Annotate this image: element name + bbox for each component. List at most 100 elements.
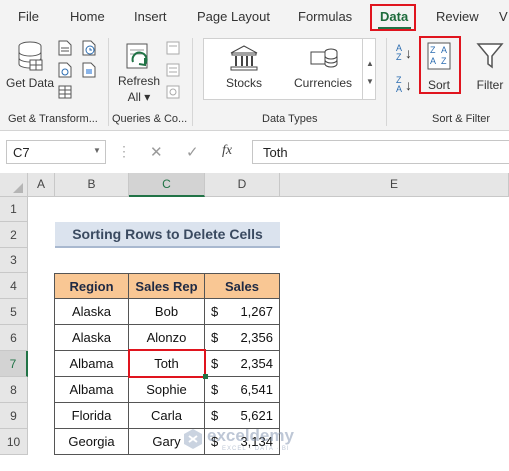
- properties-icon[interactable]: [166, 62, 180, 78]
- currency-symbol: $: [211, 304, 219, 319]
- table-header-region[interactable]: Region: [55, 274, 129, 299]
- sort-z-to-a-button[interactable]: ZA ↓: [396, 76, 416, 98]
- get-transform-group-label: Get & Transform...: [8, 113, 98, 125]
- from-table-icon[interactable]: [58, 84, 72, 100]
- cell-sales-rep[interactable]: Bob: [129, 299, 205, 325]
- existing-connections-icon[interactable]: [82, 62, 96, 78]
- recent-sources-icon[interactable]: [82, 40, 96, 56]
- sort-desc-icon: ZA: [396, 75, 403, 94]
- tab-page-layout[interactable]: Page Layout: [197, 9, 270, 24]
- select-all-corner[interactable]: [0, 173, 28, 197]
- stocks-label: Stocks: [225, 76, 262, 90]
- insert-function-icon[interactable]: fx: [222, 143, 232, 159]
- cell-sales-rep[interactable]: Alonzo: [129, 325, 205, 351]
- queries-connections-icon[interactable]: [166, 40, 180, 56]
- watermark: exceldemy EXCEL · DATA · BI: [182, 426, 342, 456]
- get-data-button[interactable]: Get Data: [4, 38, 56, 108]
- refresh-label: Refresh: [117, 74, 161, 88]
- gallery-scroll[interactable]: ▲ ▼: [362, 39, 376, 99]
- currency-symbol: $: [211, 330, 219, 345]
- cell-sales-rep[interactable]: Sophie: [129, 377, 205, 403]
- tab-formulas[interactable]: Formulas: [298, 9, 352, 24]
- row-header-3[interactable]: 3: [0, 248, 28, 273]
- formula-value: Toth: [263, 145, 288, 160]
- name-box-value: C7: [13, 145, 30, 160]
- highlight-sort-button: [419, 36, 461, 94]
- sort-asc-icon: AZ: [396, 43, 403, 62]
- data-types-group-label: Data Types: [262, 113, 318, 125]
- sort-a-to-z-button[interactable]: AZ ↓: [396, 44, 416, 66]
- currencies-label: Currencies: [293, 76, 353, 90]
- currencies-button[interactable]: Currencies: [287, 42, 359, 96]
- stocks-button[interactable]: Stocks: [214, 42, 274, 96]
- cell-region[interactable]: Alaska: [55, 299, 129, 325]
- cell-sales[interactable]: $2,356: [205, 325, 280, 351]
- group-divider: [192, 38, 193, 126]
- filter-button[interactable]: Filter: [470, 40, 509, 94]
- currency-icon: [310, 48, 338, 68]
- tab-review[interactable]: Review: [436, 9, 479, 24]
- column-header-e[interactable]: E: [280, 173, 509, 197]
- formula-input[interactable]: Toth: [252, 140, 509, 164]
- highlight-data-tab: [370, 4, 416, 31]
- column-header-d[interactable]: D: [205, 173, 280, 197]
- sales-value: 2,354: [240, 356, 273, 371]
- formula-bar-splitter-icon[interactable]: ⋮: [117, 143, 131, 160]
- tab-home[interactable]: Home: [70, 9, 105, 24]
- active-cell-highlight: [128, 349, 206, 378]
- from-web-icon[interactable]: [58, 62, 72, 78]
- get-data-label: Get Data: [5, 76, 55, 90]
- sales-value: 5,621: [240, 408, 273, 423]
- watermark-name: exceldemy: [207, 426, 294, 445]
- tab-view[interactable]: V: [499, 9, 508, 24]
- select-all-icon: [13, 183, 23, 193]
- name-box-dropdown-icon[interactable]: ▼: [93, 146, 101, 155]
- cell-region[interactable]: Alaska: [55, 325, 129, 351]
- ribbon: Get Data Get & Transform... Refresh All …: [0, 34, 509, 131]
- row-header-8[interactable]: 8: [0, 377, 28, 403]
- row-header-9[interactable]: 9: [0, 403, 28, 429]
- tab-insert[interactable]: Insert: [134, 9, 167, 24]
- row-header-5[interactable]: 5: [0, 299, 28, 325]
- row-header-10[interactable]: 10: [0, 429, 28, 455]
- row-header-6[interactable]: 6: [0, 325, 28, 351]
- enter-icon[interactable]: ✓: [186, 143, 199, 161]
- filter-funnel-icon: [476, 43, 504, 69]
- sales-value: 6,541: [240, 382, 273, 397]
- sheet-title[interactable]: Sorting Rows to Delete Cells: [55, 222, 280, 248]
- name-box[interactable]: C7 ▼: [6, 140, 106, 164]
- cancel-icon[interactable]: ✕: [150, 143, 163, 161]
- from-text-icon[interactable]: [58, 40, 72, 56]
- row-header-2[interactable]: 2: [0, 222, 28, 248]
- fill-handle[interactable]: [203, 374, 208, 379]
- currency-symbol: $: [211, 356, 219, 371]
- group-divider: [386, 38, 387, 126]
- edit-links-icon[interactable]: [166, 84, 180, 100]
- row-header-4[interactable]: 4: [0, 273, 28, 299]
- cell-region[interactable]: Albama: [55, 351, 129, 377]
- exceldemy-logo-icon: [184, 429, 202, 449]
- table-header-sales[interactable]: Sales: [205, 274, 280, 299]
- filter-label: Filter: [476, 78, 504, 92]
- currency-symbol: $: [211, 382, 219, 397]
- database-icon: [18, 41, 43, 71]
- cell-region[interactable]: Albama: [55, 377, 129, 403]
- tab-file[interactable]: File: [18, 9, 39, 24]
- table-header-sales-rep[interactable]: Sales Rep: [129, 274, 205, 299]
- watermark-tagline: EXCEL · DATA · BI: [222, 446, 290, 452]
- cell-region[interactable]: Florida: [55, 403, 129, 429]
- row-header-7[interactable]: 7: [0, 351, 28, 377]
- refresh-all-label: All ▾: [127, 90, 151, 104]
- ribbon-tab-bar: File Home Insert Page Layout Formulas Da…: [0, 0, 509, 34]
- cell-region[interactable]: Georgia: [55, 429, 129, 455]
- sales-value: 1,267: [240, 304, 273, 319]
- column-header-c[interactable]: C: [129, 173, 205, 197]
- cell-sales[interactable]: $6,541: [205, 377, 280, 403]
- column-header-a[interactable]: A: [28, 173, 55, 197]
- column-header-b[interactable]: B: [55, 173, 129, 197]
- refresh-all-button[interactable]: Refresh All ▾: [114, 38, 164, 108]
- row-header-1[interactable]: 1: [0, 197, 28, 222]
- cell-sales[interactable]: $1,267: [205, 299, 280, 325]
- cell-sales[interactable]: $2,354: [205, 351, 280, 377]
- sort-filter-group-label: Sort & Filter: [432, 113, 491, 125]
